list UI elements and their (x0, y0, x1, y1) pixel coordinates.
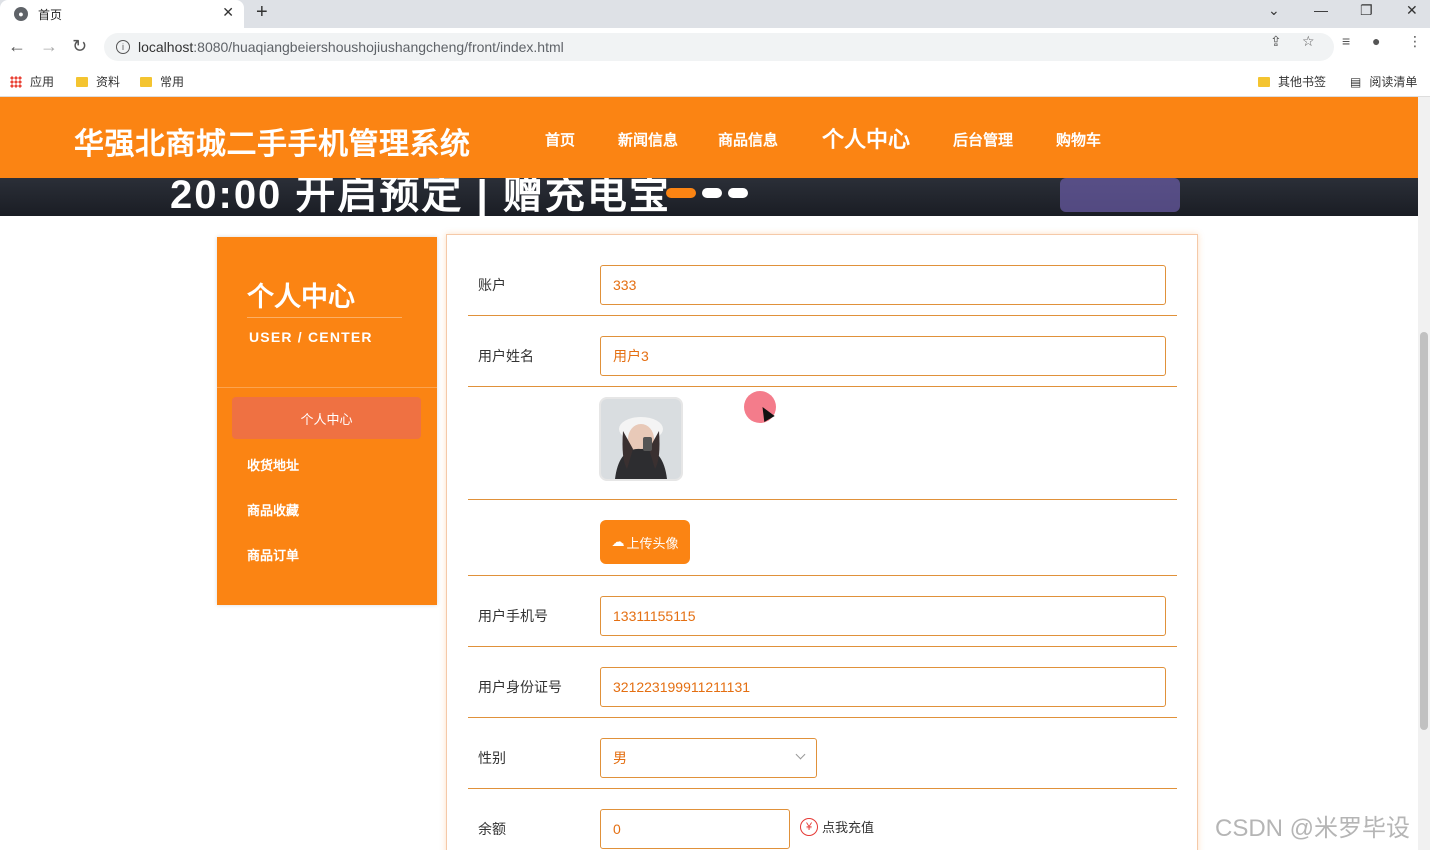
forward-icon[interactable]: → (40, 36, 58, 57)
url-host: localhost (138, 39, 194, 55)
carousel-dot[interactable] (666, 188, 696, 198)
share-icon[interactable]: ⇪ (1270, 33, 1282, 50)
nav-home[interactable]: 首页 (545, 129, 575, 150)
new-tab-icon[interactable]: + (256, 1, 268, 24)
banner-image (1060, 178, 1180, 212)
tab-search-icon[interactable]: ⌄ (1268, 2, 1280, 19)
form-row-phone: 用户手机号 13311155115 (468, 576, 1177, 647)
folder-icon (1258, 76, 1270, 87)
user-sidebar: 个人中心 USER / CENTER 个人中心 收货地址 商品收藏 商品订单 (217, 237, 437, 605)
recharge-link[interactable]: ¥ 点我充值 (800, 817, 874, 836)
idcard-input[interactable]: 321223199911211131 (600, 667, 1166, 707)
nav-admin[interactable]: 后台管理 (953, 129, 1013, 150)
sidebar-divider (217, 387, 437, 388)
folder-icon (76, 76, 88, 87)
yen-icon: ¥ (800, 817, 818, 836)
name-input[interactable]: 用户3 (600, 336, 1166, 376)
gender-value: 男 (613, 750, 627, 766)
profile-icon[interactable]: ● (1372, 33, 1380, 49)
sidebar-item-user-center[interactable]: 个人中心 (232, 397, 421, 439)
nav-user-center[interactable]: 个人中心 (822, 122, 910, 154)
account-label: 账户 (478, 277, 506, 293)
avatar (599, 397, 683, 481)
bookmark-label: 常用 (160, 75, 185, 89)
url-input[interactable]: i localhost:8080/huaqiangbeiershoushojiu… (104, 33, 1334, 61)
site-title: 华强北商城二手手机管理系统 (74, 128, 471, 161)
upload-label: 上传头像 (626, 535, 679, 551)
form-row-name: 用户姓名 用户3 (468, 316, 1177, 387)
form-row-balance: 余额 0 ¥ 点我充值 (468, 789, 1177, 850)
reading-list-icon: ▤ (1350, 74, 1362, 89)
cloud-upload-icon: ☁ (611, 534, 625, 549)
banner-text: 20:00 开启预定 | 赠充电宝 (170, 178, 671, 216)
apps-grid-icon (10, 75, 22, 88)
reading-list-icon[interactable]: ≡ (1342, 33, 1350, 49)
scrollbar-thumb[interactable] (1420, 332, 1428, 730)
form-row-gender: 性别 男 (468, 718, 1177, 789)
balance-label: 余额 (478, 821, 506, 837)
sidebar-title: 个人中心 (247, 282, 355, 312)
carousel-dot[interactable] (728, 188, 748, 198)
form-row-idcard: 用户身份证号 321223199911211131 (468, 647, 1177, 718)
menu-icon[interactable]: ⋮ (1408, 33, 1422, 50)
gender-select[interactable]: 男 (600, 738, 817, 778)
folder-icon (140, 76, 152, 87)
bookmark-reading-list[interactable]: ▤ 阅读清单 (1350, 73, 1417, 90)
sidebar-divider (247, 317, 402, 318)
page: 华强北商城二手手机管理系统 首页 新闻信息 商品信息 个人中心 后台管理 购物车… (0, 97, 1418, 850)
star-icon[interactable]: ☆ (1302, 33, 1315, 50)
restore-icon[interactable]: ❐ (1360, 2, 1373, 19)
watermark: CSDN @米罗毕设 (1215, 815, 1411, 842)
browser-tab[interactable]: ● 首页 ✕ (0, 0, 244, 28)
url-path: :8080/huaqiangbeiershoushojiushangcheng/… (193, 39, 564, 55)
banner-carousel[interactable]: 20:00 开启预定 | 赠充电宝 (0, 178, 1418, 216)
carousel-dot[interactable] (702, 188, 722, 198)
bookmark-folder[interactable]: 资料 (76, 73, 120, 90)
idcard-label: 用户身份证号 (478, 679, 562, 695)
bookmark-label: 应用 (30, 75, 55, 89)
phone-label: 用户手机号 (478, 608, 548, 624)
balance-input[interactable]: 0 (600, 809, 790, 849)
chevron-down-icon (795, 749, 806, 760)
nav-cart[interactable]: 购物车 (1056, 129, 1101, 150)
bookmark-label: 资料 (96, 75, 121, 89)
form-row-upload: ☁ 上传头像 (468, 500, 1177, 576)
globe-icon: ● (14, 7, 28, 21)
phone-input[interactable]: 13311155115 (600, 596, 1166, 636)
bookmark-apps[interactable]: 应用 (10, 73, 54, 90)
page-scrollbar[interactable] (1418, 97, 1430, 850)
form-row-avatar (468, 387, 1177, 500)
close-tab-icon[interactable]: ✕ (222, 4, 234, 21)
bookmark-folder[interactable]: 常用 (140, 73, 184, 90)
sidebar-item-orders[interactable]: 商品订单 (247, 545, 299, 564)
site-header: 华强北商城二手手机管理系统 首页 新闻信息 商品信息 个人中心 后台管理 购物车 (0, 97, 1418, 178)
window-close-icon[interactable]: ✕ (1406, 2, 1418, 19)
back-icon[interactable]: ← (8, 36, 26, 57)
bookmark-label: 其他书签 (1278, 75, 1327, 89)
tab-title: 首页 (38, 7, 63, 22)
nav-products[interactable]: 商品信息 (718, 129, 778, 150)
bookmarks-bar: 应用 资料 常用 其他书签 ▤ 阅读清单 (0, 66, 1430, 97)
account-input[interactable]: 333 (600, 265, 1166, 305)
address-bar: ← → ↻ i localhost:8080/huaqiangbeiershou… (0, 28, 1430, 66)
bookmark-label: 阅读清单 (1369, 75, 1418, 89)
reload-icon[interactable]: ↻ (72, 36, 87, 57)
profile-form: 账户 333 用户姓名 用户3 ☁ 上传头像 用户手机号 13311155115… (446, 234, 1198, 850)
bookmark-other[interactable]: 其他书签 (1258, 73, 1326, 90)
browser-tab-bar: ● 首页 ✕ + ⌄ — ❐ ✕ (0, 0, 1430, 28)
minimize-icon[interactable]: — (1314, 2, 1328, 18)
nav-news[interactable]: 新闻信息 (618, 129, 678, 150)
gender-label: 性别 (478, 750, 506, 766)
upload-avatar-button[interactable]: ☁ 上传头像 (600, 520, 690, 564)
sidebar-item-address[interactable]: 收货地址 (247, 455, 299, 474)
recharge-label: 点我充值 (822, 820, 875, 835)
sidebar-item-favorites[interactable]: 商品收藏 (247, 500, 299, 519)
name-label: 用户姓名 (478, 348, 534, 364)
form-row-account: 账户 333 (468, 235, 1177, 316)
site-info-icon[interactable]: i (116, 40, 130, 54)
sidebar-subtitle: USER / CENTER (249, 329, 373, 345)
